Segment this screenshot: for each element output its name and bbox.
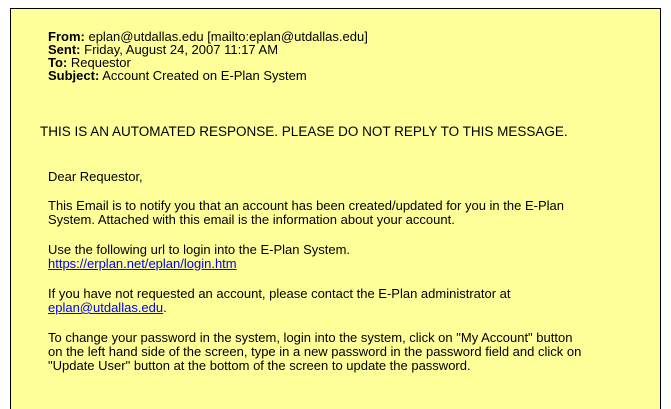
subject-value: Account Created on E-Plan System	[102, 68, 307, 83]
para1-line1: This Email is to notify you that an acco…	[48, 198, 564, 213]
para4-line1: To change your password in the system, l…	[48, 330, 573, 345]
subject-label: Subject:	[48, 68, 100, 83]
automated-notice: THIS IS AN AUTOMATED RESPONSE. PLEASE DO…	[40, 124, 568, 139]
admin-email-suffix: .	[163, 300, 167, 315]
para4-line3: "Update User" button at the bottom of th…	[48, 358, 471, 373]
greeting: Dear Requestor,	[48, 169, 143, 184]
admin-email-line: eplan@utdallas.edu.	[48, 301, 167, 315]
para4-line2: on the left hand side of the screen, typ…	[48, 344, 582, 359]
para3-line1: If you have not requested an account, pl…	[48, 286, 511, 301]
subject-line: Subject: Account Created on E-Plan Syste…	[48, 69, 307, 82]
email-frame: From: eplan@utdallas.edu [mailto:eplan@u…	[10, 8, 661, 409]
login-url-link[interactable]: https://erplan.net/eplan/login.htm	[48, 257, 237, 271]
admin-email-link[interactable]: eplan@utdallas.edu	[48, 300, 163, 315]
para2-line1: Use the following url to login into the …	[48, 242, 351, 257]
para1-line2: System. Attached with this email is the …	[48, 212, 455, 227]
